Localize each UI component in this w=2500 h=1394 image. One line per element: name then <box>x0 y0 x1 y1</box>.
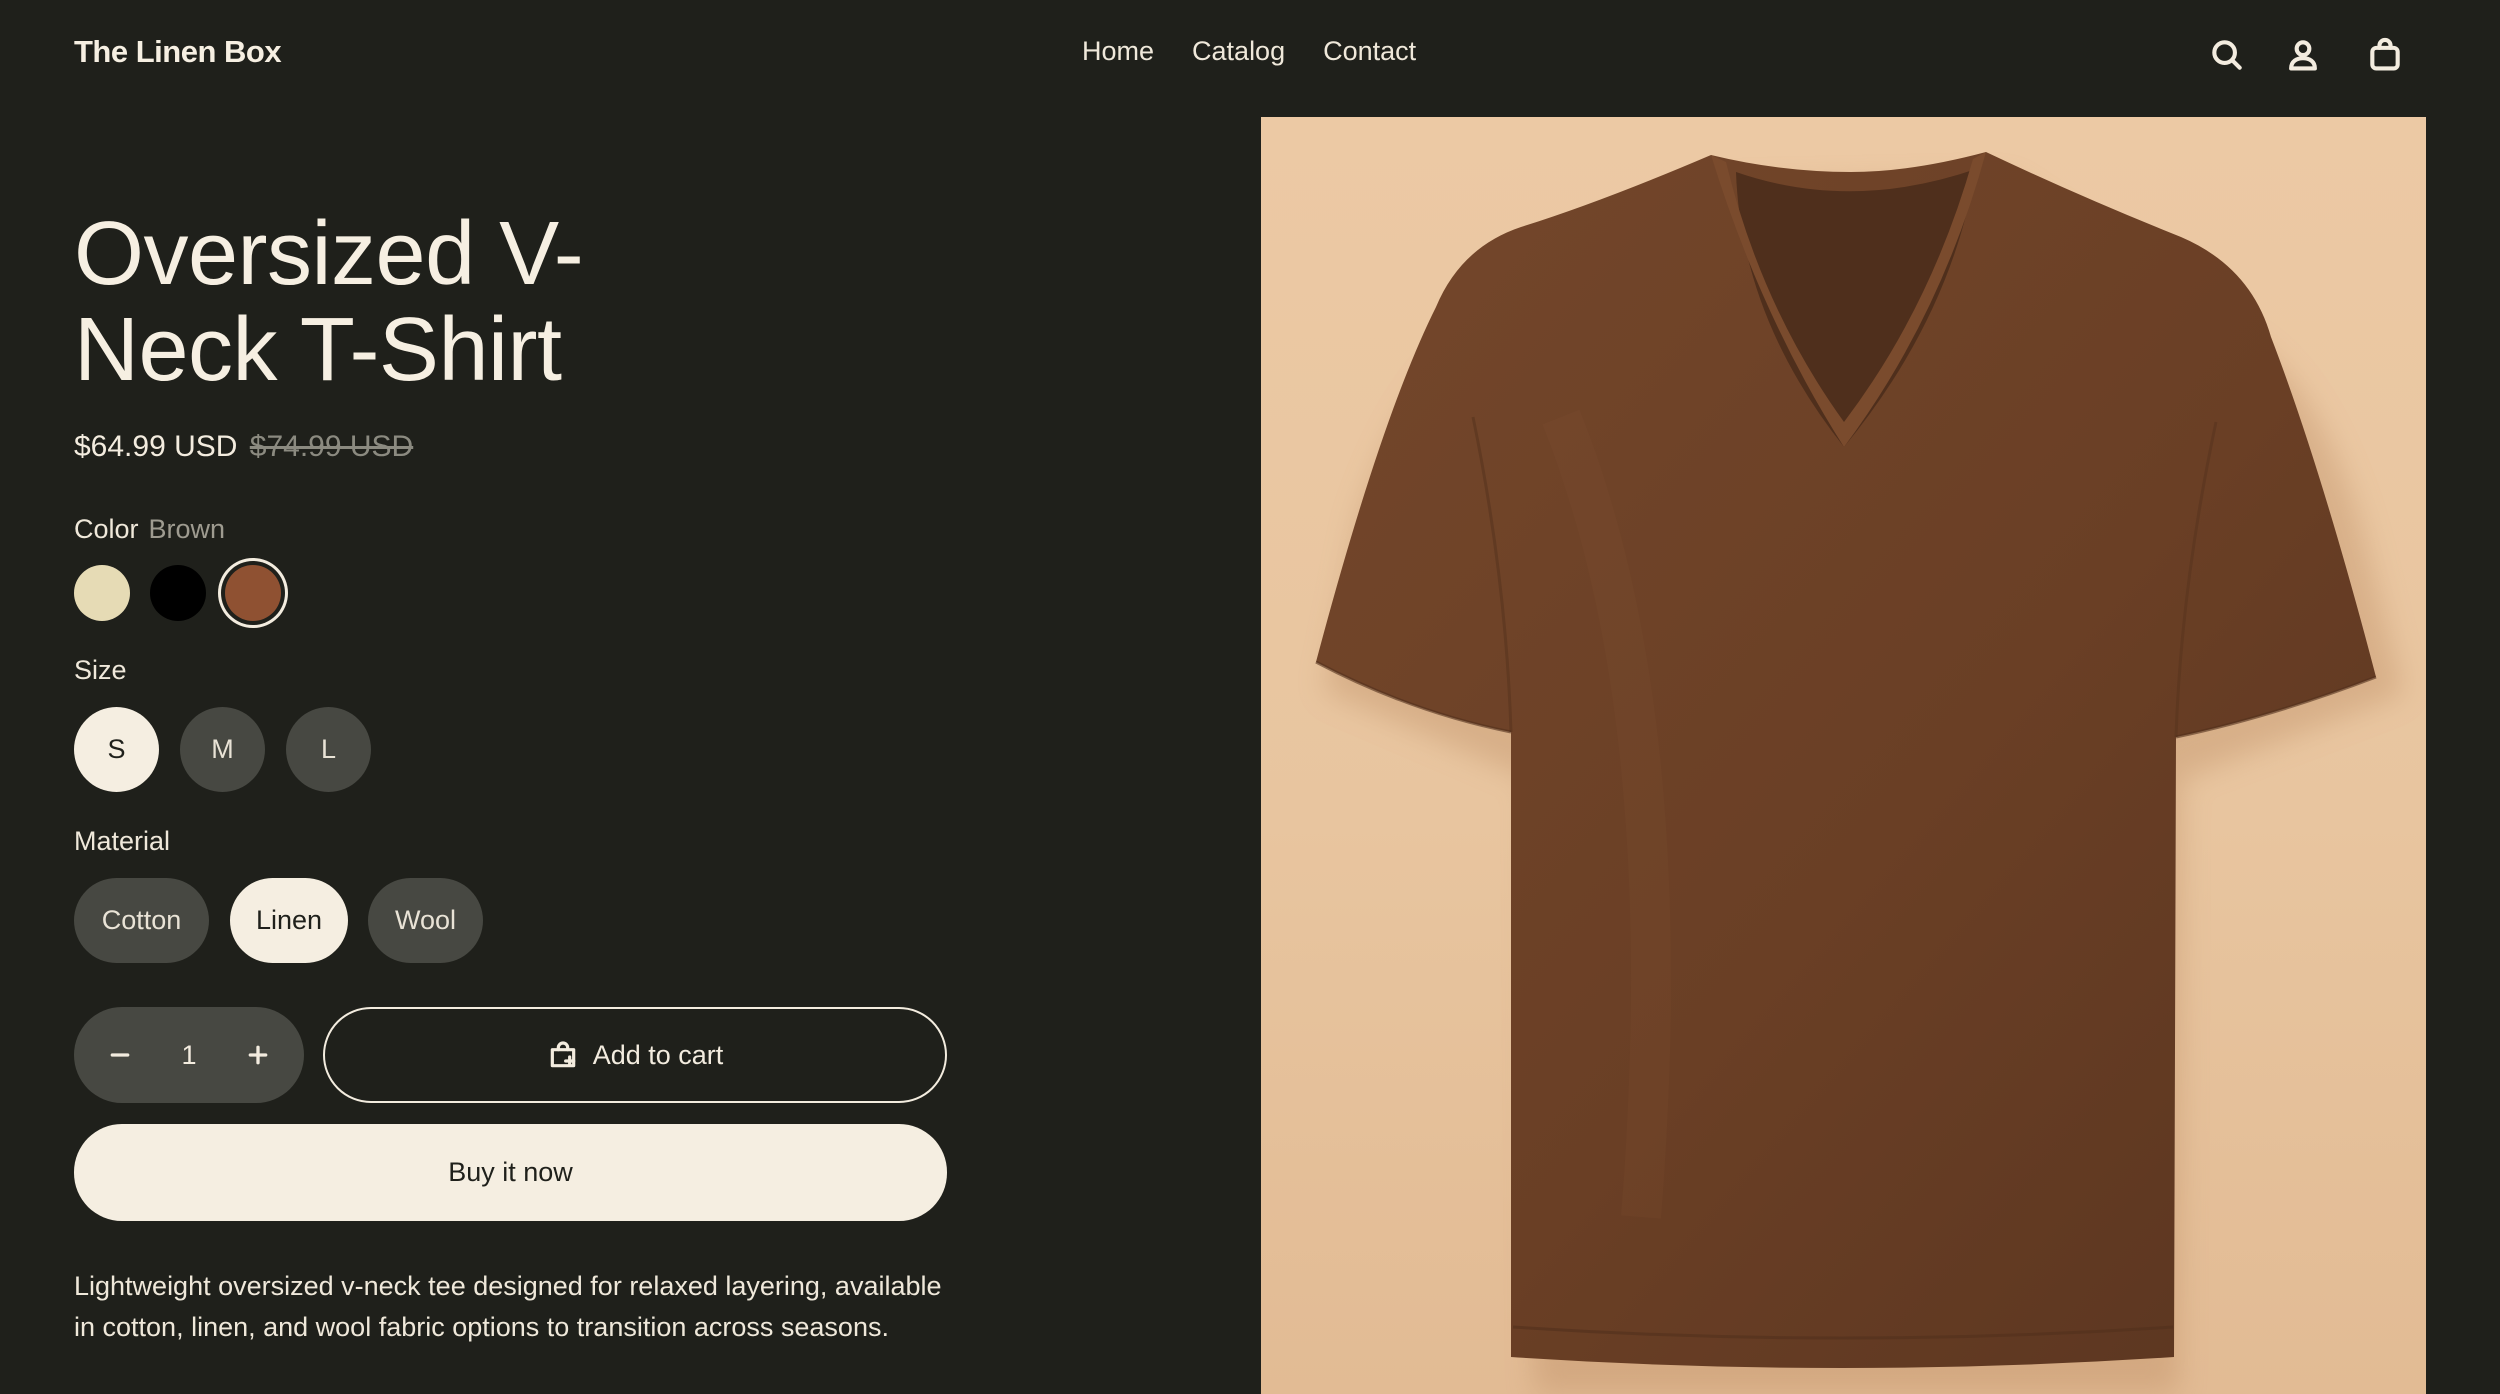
product-title-line-1: Oversized V- <box>74 204 584 304</box>
quantity-value[interactable]: 1 <box>181 1040 196 1071</box>
size-option-m[interactable]: M <box>180 707 265 792</box>
compare-price: $74.99 USD <box>249 430 414 463</box>
plus-icon <box>248 1045 268 1065</box>
product-description-line-2: in cotton, linen, and wool fabric option… <box>74 1312 889 1342</box>
color-selected-value: Brown <box>148 514 226 544</box>
size-option-l[interactable]: L <box>286 707 371 792</box>
bag-plus-icon <box>550 1041 575 1068</box>
sale-price: $64.99 USD <box>74 430 238 463</box>
material-label: Material <box>74 826 171 856</box>
add-to-cart-button[interactable]: Add to cart <box>323 1007 947 1103</box>
nav-home[interactable]: Home <box>1082 36 1154 67</box>
quantity-stepper: 1 <box>74 1007 304 1103</box>
product-description: Lightweight oversized v-neck tee designe… <box>74 1266 974 1348</box>
cart-icon[interactable] <box>2366 36 2404 74</box>
site-header: The Linen Box Home Catalog Contact <box>0 0 2500 110</box>
decrease-quantity-button[interactable] <box>102 1037 138 1073</box>
swatch-brown[interactable] <box>225 565 281 621</box>
material-option-linen[interactable]: Linen <box>230 878 348 963</box>
product-title-line-2: Neck T-Shirt <box>74 300 562 400</box>
product-description-line-1: Lightweight oversized v-neck tee designe… <box>74 1271 942 1301</box>
size-label: Size <box>74 655 127 685</box>
material-option-wool[interactable]: Wool <box>368 878 483 963</box>
minus-icon <box>110 1053 130 1057</box>
buy-now-button[interactable]: Buy it now <box>74 1124 947 1221</box>
account-icon[interactable] <box>2284 36 2322 74</box>
swatch-cream[interactable] <box>74 565 130 621</box>
swatch-black[interactable] <box>150 565 206 621</box>
increase-quantity-button[interactable] <box>240 1037 276 1073</box>
price-block: $64.99 USD $74.99 USD <box>74 430 413 464</box>
color-label: Color Brown <box>74 514 225 545</box>
main-nav: Home Catalog Contact <box>1082 36 1416 67</box>
search-icon[interactable] <box>2208 36 2246 74</box>
nav-catalog[interactable]: Catalog <box>1192 36 1285 67</box>
material-option-cotton[interactable]: Cotton <box>74 878 209 963</box>
product-title: Oversized V- Neck T-Shirt <box>74 206 774 398</box>
color-label-text: Color <box>74 514 139 544</box>
brand-logo[interactable]: The Linen Box <box>74 34 282 70</box>
product-image <box>1261 117 2426 1394</box>
size-option-s[interactable]: S <box>74 707 159 792</box>
nav-contact[interactable]: Contact <box>1323 36 1416 67</box>
tshirt-illustration <box>1315 152 2404 1394</box>
add-to-cart-label: Add to cart <box>592 1039 724 1070</box>
